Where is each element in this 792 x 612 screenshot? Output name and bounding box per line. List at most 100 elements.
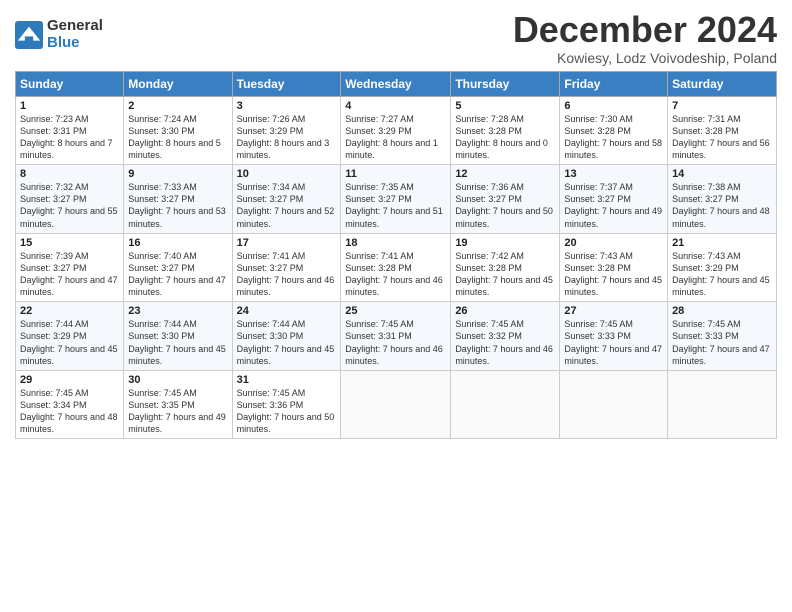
day-number: 31	[237, 374, 337, 386]
day-info: Sunrise: 7:37 AMSunset: 3:27 PMDaylight:…	[564, 181, 663, 230]
day-info: Sunrise: 7:45 AMSunset: 3:31 PMDaylight:…	[345, 318, 446, 367]
day-number: 28	[672, 305, 772, 317]
day-number: 12	[455, 168, 555, 180]
logo-icon	[15, 21, 43, 49]
day-info: Sunrise: 7:45 AMSunset: 3:33 PMDaylight:…	[672, 318, 772, 367]
day-number: 2	[128, 100, 227, 112]
day-info: Sunrise: 7:44 AMSunset: 3:30 PMDaylight:…	[128, 318, 227, 367]
week-row-5: 29Sunrise: 7:45 AMSunset: 3:34 PMDayligh…	[16, 370, 777, 439]
day-info: Sunrise: 7:44 AMSunset: 3:30 PMDaylight:…	[237, 318, 337, 367]
day-info: Sunrise: 7:24 AMSunset: 3:30 PMDaylight:…	[128, 113, 227, 162]
day-cell	[560, 370, 668, 439]
weekday-header-tuesday: Tuesday	[232, 71, 341, 96]
day-cell: 3Sunrise: 7:26 AMSunset: 3:29 PMDaylight…	[232, 96, 341, 165]
day-info: Sunrise: 7:36 AMSunset: 3:27 PMDaylight:…	[455, 181, 555, 230]
day-number: 5	[455, 100, 555, 112]
title-block: December 2024 Kowiesy, Lodz Voivodeship,…	[513, 10, 777, 66]
weekday-header-wednesday: Wednesday	[341, 71, 451, 96]
weekday-header-thursday: Thursday	[451, 71, 560, 96]
day-number: 9	[128, 168, 227, 180]
day-number: 18	[345, 237, 446, 249]
week-row-3: 15Sunrise: 7:39 AMSunset: 3:27 PMDayligh…	[16, 233, 777, 302]
day-cell: 13Sunrise: 7:37 AMSunset: 3:27 PMDayligh…	[560, 165, 668, 234]
day-info: Sunrise: 7:42 AMSunset: 3:28 PMDaylight:…	[455, 250, 555, 299]
day-info: Sunrise: 7:44 AMSunset: 3:29 PMDaylight:…	[20, 318, 119, 367]
day-info: Sunrise: 7:41 AMSunset: 3:28 PMDaylight:…	[345, 250, 446, 299]
day-number: 21	[672, 237, 772, 249]
day-cell: 10Sunrise: 7:34 AMSunset: 3:27 PMDayligh…	[232, 165, 341, 234]
day-cell: 12Sunrise: 7:36 AMSunset: 3:27 PMDayligh…	[451, 165, 560, 234]
day-number: 22	[20, 305, 119, 317]
day-info: Sunrise: 7:41 AMSunset: 3:27 PMDaylight:…	[237, 250, 337, 299]
day-cell: 9Sunrise: 7:33 AMSunset: 3:27 PMDaylight…	[124, 165, 232, 234]
day-cell: 15Sunrise: 7:39 AMSunset: 3:27 PMDayligh…	[16, 233, 124, 302]
weekday-header-monday: Monday	[124, 71, 232, 96]
day-cell: 2Sunrise: 7:24 AMSunset: 3:30 PMDaylight…	[124, 96, 232, 165]
day-info: Sunrise: 7:31 AMSunset: 3:28 PMDaylight:…	[672, 113, 772, 162]
day-number: 10	[237, 168, 337, 180]
day-info: Sunrise: 7:40 AMSunset: 3:27 PMDaylight:…	[128, 250, 227, 299]
day-cell: 1Sunrise: 7:23 AMSunset: 3:31 PMDaylight…	[16, 96, 124, 165]
day-cell: 5Sunrise: 7:28 AMSunset: 3:28 PMDaylight…	[451, 96, 560, 165]
day-cell: 7Sunrise: 7:31 AMSunset: 3:28 PMDaylight…	[668, 96, 777, 165]
day-number: 29	[20, 374, 119, 386]
day-number: 7	[672, 100, 772, 112]
day-number: 20	[564, 237, 663, 249]
day-info: Sunrise: 7:45 AMSunset: 3:34 PMDaylight:…	[20, 387, 119, 436]
day-cell: 27Sunrise: 7:45 AMSunset: 3:33 PMDayligh…	[560, 302, 668, 371]
day-info: Sunrise: 7:30 AMSunset: 3:28 PMDaylight:…	[564, 113, 663, 162]
day-cell: 31Sunrise: 7:45 AMSunset: 3:36 PMDayligh…	[232, 370, 341, 439]
day-number: 25	[345, 305, 446, 317]
day-cell: 30Sunrise: 7:45 AMSunset: 3:35 PMDayligh…	[124, 370, 232, 439]
day-cell: 29Sunrise: 7:45 AMSunset: 3:34 PMDayligh…	[16, 370, 124, 439]
day-cell: 14Sunrise: 7:38 AMSunset: 3:27 PMDayligh…	[668, 165, 777, 234]
day-number: 13	[564, 168, 663, 180]
day-number: 23	[128, 305, 227, 317]
day-cell: 23Sunrise: 7:44 AMSunset: 3:30 PMDayligh…	[124, 302, 232, 371]
day-number: 1	[20, 100, 119, 112]
weekday-header-saturday: Saturday	[668, 71, 777, 96]
day-number: 24	[237, 305, 337, 317]
calendar-table: SundayMondayTuesdayWednesdayThursdayFrid…	[15, 71, 777, 440]
weekday-header-sunday: Sunday	[16, 71, 124, 96]
day-info: Sunrise: 7:35 AMSunset: 3:27 PMDaylight:…	[345, 181, 446, 230]
day-cell: 11Sunrise: 7:35 AMSunset: 3:27 PMDayligh…	[341, 165, 451, 234]
day-info: Sunrise: 7:45 AMSunset: 3:35 PMDaylight:…	[128, 387, 227, 436]
day-cell: 26Sunrise: 7:45 AMSunset: 3:32 PMDayligh…	[451, 302, 560, 371]
day-number: 4	[345, 100, 446, 112]
day-info: Sunrise: 7:38 AMSunset: 3:27 PMDaylight:…	[672, 181, 772, 230]
day-number: 3	[237, 100, 337, 112]
day-info: Sunrise: 7:45 AMSunset: 3:36 PMDaylight:…	[237, 387, 337, 436]
logo-general-label: General	[47, 18, 103, 35]
day-info: Sunrise: 7:39 AMSunset: 3:27 PMDaylight:…	[20, 250, 119, 299]
day-number: 27	[564, 305, 663, 317]
day-info: Sunrise: 7:33 AMSunset: 3:27 PMDaylight:…	[128, 181, 227, 230]
day-number: 6	[564, 100, 663, 112]
day-cell	[451, 370, 560, 439]
logo-blue-label: Blue	[47, 35, 103, 52]
day-info: Sunrise: 7:43 AMSunset: 3:28 PMDaylight:…	[564, 250, 663, 299]
day-info: Sunrise: 7:32 AMSunset: 3:27 PMDaylight:…	[20, 181, 119, 230]
day-number: 11	[345, 168, 446, 180]
week-row-4: 22Sunrise: 7:44 AMSunset: 3:29 PMDayligh…	[16, 302, 777, 371]
location-subtitle: Kowiesy, Lodz Voivodeship, Poland	[513, 50, 777, 66]
day-info: Sunrise: 7:27 AMSunset: 3:29 PMDaylight:…	[345, 113, 446, 162]
day-cell: 16Sunrise: 7:40 AMSunset: 3:27 PMDayligh…	[124, 233, 232, 302]
day-number: 30	[128, 374, 227, 386]
day-cell: 8Sunrise: 7:32 AMSunset: 3:27 PMDaylight…	[16, 165, 124, 234]
weekday-header-friday: Friday	[560, 71, 668, 96]
day-cell: 4Sunrise: 7:27 AMSunset: 3:29 PMDaylight…	[341, 96, 451, 165]
day-cell: 17Sunrise: 7:41 AMSunset: 3:27 PMDayligh…	[232, 233, 341, 302]
day-cell: 6Sunrise: 7:30 AMSunset: 3:28 PMDaylight…	[560, 96, 668, 165]
day-cell	[341, 370, 451, 439]
day-info: Sunrise: 7:26 AMSunset: 3:29 PMDaylight:…	[237, 113, 337, 162]
day-info: Sunrise: 7:45 AMSunset: 3:32 PMDaylight:…	[455, 318, 555, 367]
day-number: 14	[672, 168, 772, 180]
day-number: 17	[237, 237, 337, 249]
day-cell: 21Sunrise: 7:43 AMSunset: 3:29 PMDayligh…	[668, 233, 777, 302]
logo-text: General Blue	[47, 18, 103, 51]
day-cell: 20Sunrise: 7:43 AMSunset: 3:28 PMDayligh…	[560, 233, 668, 302]
day-number: 16	[128, 237, 227, 249]
day-cell: 28Sunrise: 7:45 AMSunset: 3:33 PMDayligh…	[668, 302, 777, 371]
week-row-2: 8Sunrise: 7:32 AMSunset: 3:27 PMDaylight…	[16, 165, 777, 234]
